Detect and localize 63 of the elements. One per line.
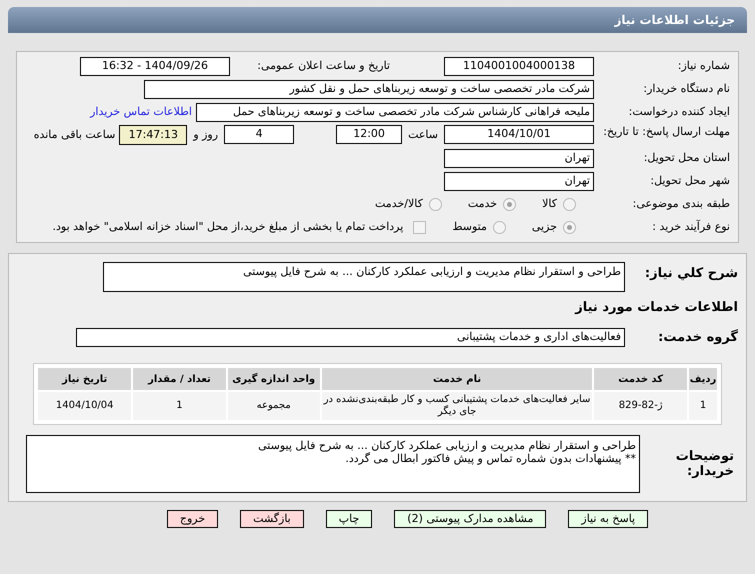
- radio-button[interactable]: [492, 221, 506, 234]
- column-header: ردیف: [689, 368, 717, 390]
- radio-button[interactable]: [503, 198, 516, 211]
- radio-label: جزیی: [532, 219, 557, 236]
- text-field[interactable]: 4: [224, 125, 294, 144]
- field-label: تاریخ و ساعت اعلان عمومی:: [256, 58, 390, 74]
- text-field[interactable]: 1404/09/26 - 16:32: [80, 57, 230, 76]
- text-field[interactable]: 1404/10/01: [444, 125, 594, 144]
- page-title: جزئيات اطلاعات نياز: [614, 12, 735, 29]
- section-heading: اطلاعات خدمات مورد نياز: [574, 299, 738, 317]
- table-cell: 1: [689, 392, 717, 420]
- text-field[interactable]: شرکت مادر تخصصی ساخت و توسعه زیربناهای حمل و نقل کشور: [144, 80, 594, 99]
- radio-label: خدمت: [468, 196, 498, 212]
- remaining-time-field: 17:47:13: [119, 125, 188, 145]
- text-field[interactable]: فعالیت‌های اداری و خدمات پشتیبانی: [76, 328, 625, 347]
- field-label: نام دستگاه خریدار:: [642, 81, 730, 98]
- textarea-text: طراحی و استقرار نظام مدیریت و ارزیابی عملکرد کارکنان ... به شرح فایل پیوستی: [257, 439, 636, 452]
- checkbox[interactable]: [413, 221, 426, 234]
- text-field[interactable]: تهران: [444, 149, 594, 168]
- radio-button[interactable]: [563, 198, 576, 211]
- text-field[interactable]: تهران: [444, 172, 594, 191]
- action-button[interactable]: خروج: [166, 510, 218, 528]
- field-label: شهر محل تحویل:: [649, 173, 730, 190]
- field-label: توضیحات خریدار:: [674, 449, 735, 479]
- radio-label: کالا/خدمت: [375, 196, 423, 212]
- field-label: ساعت باقی مانده: [34, 127, 116, 143]
- field-label: روز و: [193, 127, 218, 143]
- column-header: نام خدمت: [322, 368, 592, 390]
- column-header: واحد اندازه گیری: [228, 368, 320, 390]
- text-field[interactable]: 12:00: [336, 125, 402, 144]
- summary-textarea[interactable]: طراحی و استقرار نظام مدیریت و ارزیابی عملکرد کارکنان ... به شرح فایل پیوستی: [103, 262, 625, 292]
- field-label: نوع فرآیند خرید :: [651, 219, 730, 236]
- table-cell: 1: [133, 392, 226, 420]
- column-header: تاریخ نیاز: [38, 368, 132, 390]
- table-cell: ژ-82-829: [594, 392, 688, 420]
- table-cell: سایر فعالیت‌های خدمات پشتیبانی کسب و کار طبقه‌بندی‌نشده در جای دیگر: [322, 392, 592, 420]
- field-label: مهلت ارسال پاسخ: تا تاریخ:: [602, 125, 730, 138]
- text-field[interactable]: 1104001004000138: [444, 57, 594, 76]
- radio-label: متوسط: [452, 219, 487, 236]
- action-button[interactable]: مشاهده مدارک پیوستی (2): [394, 510, 546, 528]
- action-button[interactable]: پاسخ به نیاز: [568, 510, 648, 528]
- field-label: طبقه بندی موضوعی:: [632, 196, 730, 212]
- textarea-text: طراحی و استقرار نظام مدیریت و ارزیابی عملکرد کارکنان ... به شرح فایل پیوستی: [243, 265, 621, 278]
- column-header: کد خدمت: [594, 368, 688, 390]
- text-field[interactable]: ملیحه فراهانی کارشناس شرکت مادر تخصصی ساخت و توسعه زیربناهای حمل: [196, 103, 594, 122]
- contact-link[interactable]: اطلاعات تماس خریدار: [90, 104, 192, 121]
- table-cell: مجموعه: [228, 392, 320, 420]
- radio-label: کالا: [542, 196, 557, 212]
- table-cell: 1404/10/04: [38, 392, 132, 420]
- field-label: استان محل تحویل:: [642, 150, 730, 166]
- field-label: ساعت: [408, 127, 438, 143]
- field-label: شماره نیاز:: [676, 58, 730, 74]
- field-label: گروه خدمت:: [657, 328, 738, 346]
- action-button[interactable]: چاپ: [326, 510, 372, 528]
- checkbox-label: پرداخت تمام یا بخشی از مبلغ خرید،از محل "اسناد خزانه اسلامی" خواهد بود.: [52, 219, 404, 236]
- field-label: ایجاد کننده درخواست:: [628, 104, 730, 120]
- field-label: شرح کلي نياز:: [644, 265, 738, 283]
- notes-textarea[interactable]: طراحی و استقرار نظام مدیریت و ارزیابی عملکرد کارکنان ... به شرح فایل پیوستی ** پیشنهادات بدون شماره تماس و پیش فاکتور ابطال می گردد.: [26, 435, 640, 493]
- action-button[interactable]: بازگشت: [240, 510, 304, 528]
- column-header: تعداد / مقدار: [133, 368, 226, 390]
- radio-button[interactable]: [428, 198, 442, 211]
- textarea-text: ** پیشنهادات بدون شماره تماس و پیش فاکتور ابطال می گردد.: [344, 452, 636, 465]
- radio-button[interactable]: [563, 221, 576, 234]
